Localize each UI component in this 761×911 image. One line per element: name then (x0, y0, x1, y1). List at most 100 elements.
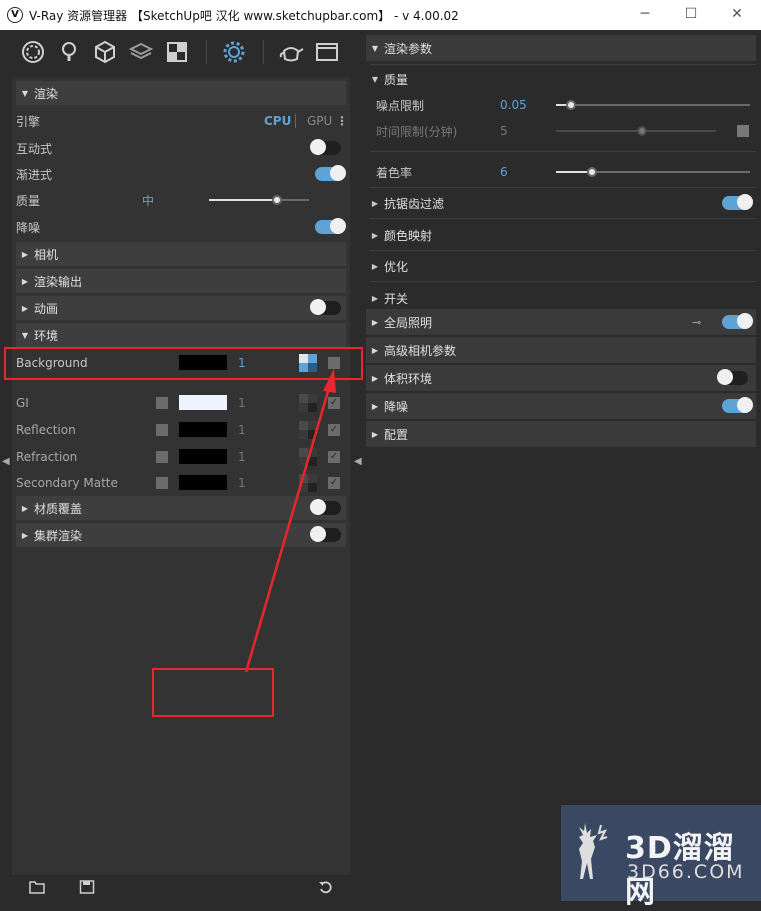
time-limit-checkbox[interactable] (737, 125, 749, 137)
interactive-toggle[interactable] (310, 139, 341, 155)
reflection-multiplier[interactable]: 1 (238, 423, 246, 437)
refraction-multiplier[interactable]: 1 (238, 450, 246, 464)
reflection-color-swatch[interactable] (179, 422, 227, 437)
secondary-matte-enable-checkbox[interactable] (156, 477, 168, 489)
reflection-override-checkbox[interactable]: ✓ (328, 424, 340, 436)
rollout-camera[interactable]: ▶ 相机 (16, 242, 346, 266)
gi-toggle[interactable] (722, 313, 753, 329)
engine-cpu-option[interactable]: CPU (264, 114, 291, 128)
subsection-optimize[interactable]: ▶ 优化 (366, 253, 756, 279)
rollout-label: 渲染参数 (384, 41, 433, 56)
rollout-advanced-camera[interactable]: ▶ 高级相机参数 (366, 337, 756, 363)
progressive-toggle[interactable] (315, 165, 346, 181)
render-teapot-icon[interactable] (278, 39, 304, 65)
divider (370, 187, 756, 188)
gi-texture-slot-icon[interactable] (299, 394, 317, 412)
progressive-row: 渐进式 (16, 162, 346, 186)
save-disk-icon[interactable] (79, 880, 95, 894)
rollout-label: 降噪 (384, 399, 409, 414)
refraction-color-swatch[interactable] (179, 449, 227, 464)
maximize-button[interactable]: ☐ (668, 0, 714, 30)
quality-slider-knob[interactable] (272, 195, 282, 205)
noise-limit-label: 噪点限制 (376, 98, 425, 113)
rollout-render-params[interactable]: ▼ 渲染参数 (366, 35, 756, 61)
time-limit-slider-track[interactable] (556, 130, 716, 132)
divider (370, 250, 756, 251)
swarm-toggle[interactable] (310, 526, 341, 542)
secondary-matte-color-swatch[interactable] (179, 475, 227, 490)
antialias-toggle[interactable] (722, 194, 753, 210)
reset-undo-icon[interactable] (318, 880, 334, 894)
rollout-environment[interactable]: ▼ 环境 (16, 323, 346, 347)
refraction-texture-slot-icon[interactable] (299, 448, 317, 466)
rollout-denoise[interactable]: ▶ 降噪 (366, 393, 756, 419)
secondary-matte-texture-slot-icon[interactable] (299, 474, 317, 492)
expand-arrow-icon: ▼ (21, 88, 29, 98)
collapsed-arrow-icon: ▶ (21, 276, 29, 286)
subsection-color-mapping[interactable]: ▶ 颜色映射 (366, 222, 756, 248)
engine-gpu-option[interactable]: GPU (307, 114, 332, 128)
close-button[interactable]: ✕ (714, 0, 760, 30)
animation-toggle[interactable] (310, 299, 341, 315)
collapsed-arrow-icon: ▶ (371, 429, 379, 439)
denoise-toggle[interactable] (315, 218, 346, 234)
subsection-label: 颜色映射 (384, 228, 433, 243)
refraction-enable-checkbox[interactable] (156, 451, 168, 463)
rollout-label: 体积环境 (384, 371, 433, 386)
env-row-secondary-matte: Secondary Matte 1 ✓ (16, 471, 346, 495)
lights-icon[interactable] (56, 39, 82, 65)
frame-buffer-icon[interactable] (314, 39, 340, 65)
subsection-label: 质量 (384, 72, 409, 87)
secondary-matte-multiplier[interactable]: 1 (238, 476, 246, 490)
material-override-toggle[interactable] (310, 499, 341, 515)
volumetric-toggle[interactable] (717, 369, 748, 385)
gi-override-checkbox[interactable]: ✓ (328, 397, 340, 409)
rollout-swarm[interactable]: ▶ 集群渲染 (16, 523, 346, 547)
rollout-material-override[interactable]: ▶ 材质覆盖 (16, 496, 346, 520)
noise-limit-value[interactable]: 0.05 (500, 98, 527, 112)
gi-enable-checkbox[interactable] (156, 397, 168, 409)
rollout-animation[interactable]: ▶ 动画 (16, 296, 346, 320)
geometry-icon[interactable] (92, 39, 118, 65)
secondary-matte-override-checkbox[interactable]: ✓ (328, 477, 340, 489)
reflection-texture-slot-icon[interactable] (299, 421, 317, 439)
divider (370, 151, 756, 152)
reflection-enable-checkbox[interactable] (156, 424, 168, 436)
rollout-gi[interactable]: ▶ 全局照明 ⊸ (366, 309, 756, 335)
shading-rate-slider-knob[interactable] (587, 167, 597, 177)
window-title: V-Ray 资源管理器 【SketchUp吧 汉化 www.sketchupba… (29, 8, 459, 23)
subsection-quality[interactable]: ▼ 质量 (366, 66, 756, 92)
toolbar-separator (263, 40, 264, 64)
collapsed-arrow-icon: ▶ (371, 261, 379, 271)
rollout-render-output[interactable]: ▶ 渲染输出 (16, 269, 346, 293)
subsection-antialias[interactable]: ▶ 抗锯齿过滤 (366, 190, 756, 216)
deer-logo-icon (579, 823, 608, 879)
subsection-switches[interactable]: ▶ 开关 (366, 285, 756, 311)
textures-icon[interactable] (164, 39, 190, 65)
open-folder-icon[interactable] (29, 880, 45, 894)
materials-icon[interactable] (20, 39, 46, 65)
slider-options-icon[interactable]: ⊸ (692, 316, 701, 329)
shading-rate-value[interactable]: 6 (500, 165, 508, 179)
highlight-box-background-row (4, 347, 363, 380)
gi-multiplier[interactable]: 1 (238, 396, 246, 410)
collapsed-arrow-icon: ▶ (21, 530, 29, 540)
denoise-rollout-toggle[interactable] (722, 397, 753, 413)
rollout-render[interactable]: ▼ 渲染 (16, 81, 346, 105)
noise-limit-slider-knob[interactable] (566, 100, 576, 110)
rollout-volumetric[interactable]: ▶ 体积环境 (366, 365, 756, 391)
gi-color-swatch[interactable] (179, 395, 227, 410)
refraction-override-checkbox[interactable]: ✓ (328, 451, 340, 463)
rollout-config[interactable]: ▶ 配置 (366, 421, 756, 447)
left-settings-panel: ▼ 渲染 引擎 CPU GPU ⋮ 互动式 渐进式 质量 中 降噪 ▶ 相机 ▶… (12, 78, 350, 875)
quality-label: 质量 (16, 193, 41, 208)
time-limit-value[interactable]: 5 (500, 124, 508, 138)
collapse-left-arrow-icon[interactable]: ◀ (2, 456, 10, 467)
time-limit-slider-knob[interactable] (637, 126, 647, 136)
settings-gear-icon[interactable] (221, 39, 247, 65)
noise-limit-slider-track[interactable] (556, 104, 750, 106)
more-options-icon[interactable]: ⋮ (336, 114, 348, 128)
minimize-button[interactable]: ─ (622, 0, 668, 30)
collapse-middle-arrow-icon[interactable]: ◀ (354, 456, 362, 467)
layers-icon[interactable] (128, 39, 154, 65)
